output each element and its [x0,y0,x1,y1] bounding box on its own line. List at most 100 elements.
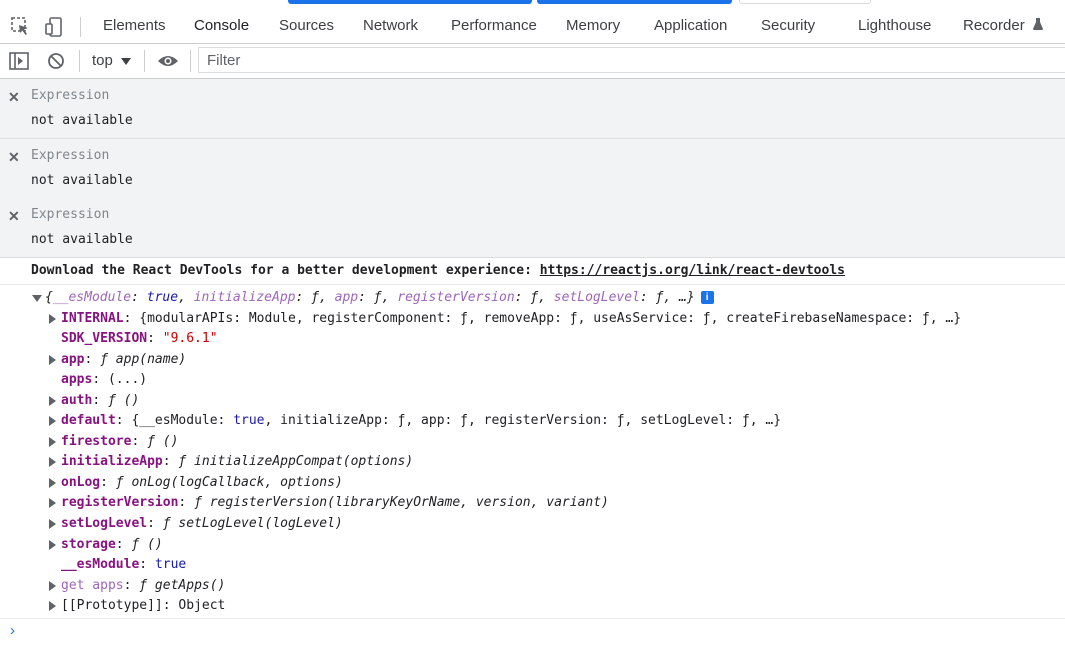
eye-icon[interactable] [157,54,179,68]
expand-arrow-icon[interactable] [49,396,56,406]
toolbar-separator [144,50,145,72]
sidebar-toggle-icon[interactable] [9,52,29,70]
message-body: Download the React DevTools for a better… [31,263,540,278]
summary-value: true [146,290,179,305]
tab-performance[interactable]: Performance [451,5,537,43]
close-icon[interactable]: ✕ [8,89,20,106]
property-value: ƒ onLog(logCallback, options) [115,475,343,490]
summary-key: setLogLevel [553,290,640,305]
property-key: get apps [61,578,124,593]
close-icon[interactable]: ✕ [8,208,20,225]
live-expression: ✕ Expression not available [0,198,1065,258]
summary-brace: { [45,290,53,305]
expression-title[interactable]: Expression [31,148,109,163]
property-key: __esModule [61,557,140,572]
prompt-chevron-icon: › [10,622,15,639]
expression-value: not available [31,173,133,188]
devtools-link[interactable]: https://reactjs.org/link/react-devtools [540,263,845,278]
expand-arrow-icon[interactable] [49,581,56,591]
tab-lighthouse[interactable]: Lighthouse [858,5,931,43]
property-value: "9.6.1" [162,331,218,346]
tab-application[interactable]: Application [654,5,727,43]
inspect-element-icon[interactable] [10,16,32,38]
tab-recorder[interactable]: Recorder [963,5,1044,43]
property-value[interactable]: (...) [108,372,147,387]
expression-title[interactable]: Expression [31,207,109,222]
live-expression: ✕ Expression not available [0,139,1065,199]
property-value: ƒ () [107,393,140,408]
info-icon[interactable]: i [700,291,714,304]
tab-recorder-label: Recorder [963,17,1025,34]
tab-elements[interactable]: Elements [103,5,166,43]
expand-arrow-icon[interactable] [49,519,56,529]
summary-value: ƒ [311,290,319,305]
summary-key: app [334,290,359,305]
property-value-rest: , initializeApp: ƒ, app: ƒ, registerVers… [264,413,782,428]
property-key: apps [61,372,93,387]
message-text: Download the React DevTools for a better… [31,263,845,278]
expand-arrow-icon[interactable] [49,457,56,467]
property-value: ƒ () [147,434,179,449]
tab-network[interactable]: Network [363,5,418,43]
summary-value: ƒ [530,290,539,305]
summary-value: ƒ [373,290,382,305]
property-key: storage [61,537,116,552]
property-key: default [61,413,116,428]
devtools-tabbar: Elements Console Sources Network Perform… [0,5,1065,47]
clear-console-icon[interactable] [47,52,65,70]
console-toolbar: top [0,44,1065,79]
expand-arrow-icon[interactable] [49,314,56,324]
strip-button-1[interactable] [288,0,532,4]
expression-title[interactable]: Expression [31,88,109,103]
summary-key: initializeApp [193,290,296,305]
live-expression: ✕ Expression not available [0,79,1065,139]
device-toolbar-icon[interactable] [44,16,66,38]
close-icon[interactable]: ✕ [8,149,20,166]
property-value: Object [178,598,226,613]
expand-arrow-icon[interactable] [49,540,56,550]
context-selector[interactable]: top [92,50,113,72]
property-key: [[Prototype]] [61,598,163,613]
property-value: ƒ setLogLevel(logLevel) [162,516,343,531]
chevron-down-icon[interactable] [121,58,131,65]
summary-close: …} [679,290,695,305]
property-value: ƒ getApps() [139,578,226,593]
summary-key: registerVersion [397,290,515,305]
expression-value: not available [31,232,133,247]
expand-arrow-icon[interactable] [49,498,56,508]
toolbar-separator [80,17,81,37]
toolbar-separator [190,50,191,72]
property-value: ƒ () [131,537,163,552]
strip-button-3[interactable] [739,0,871,4]
tab-sources[interactable]: Sources [279,5,334,43]
property-key: firestore [61,434,132,449]
expand-arrow-icon[interactable] [32,295,42,302]
console-prompt-row[interactable]: › [0,618,1065,649]
property-value: ƒ initializeAppCompat(options) [178,454,414,469]
property-value: true [154,557,187,572]
expression-value: not available [31,113,133,128]
expand-arrow-icon[interactable] [49,416,56,426]
property-key: setLogLevel [61,516,148,531]
tab-memory[interactable]: Memory [566,5,620,43]
tab-security[interactable]: Security [761,5,815,43]
property-key: auth [61,393,93,408]
property-value: ƒ app(name) [100,352,187,367]
expand-arrow-icon[interactable] [49,437,56,447]
expand-arrow-icon[interactable] [49,601,56,611]
expand-arrow-icon[interactable] [49,478,56,488]
property-key: INTERNAL [61,311,124,326]
filter-input[interactable] [198,47,1065,73]
expand-arrow-icon[interactable] [49,355,56,365]
summary-key: __esModule [52,290,132,305]
property-key: onLog [61,475,101,490]
property-value: {modularAPIs: Module, registerComponent:… [139,311,962,326]
property-value-open: {__esModule: [131,413,234,428]
property-key: app [61,352,85,367]
strip-button-2[interactable] [537,0,732,4]
flask-icon [1032,18,1043,30]
summary-value: ƒ [655,290,664,305]
tab-console[interactable]: Console [194,5,249,43]
property-key: initializeApp [61,454,163,469]
property-value-bool: true [233,413,265,428]
